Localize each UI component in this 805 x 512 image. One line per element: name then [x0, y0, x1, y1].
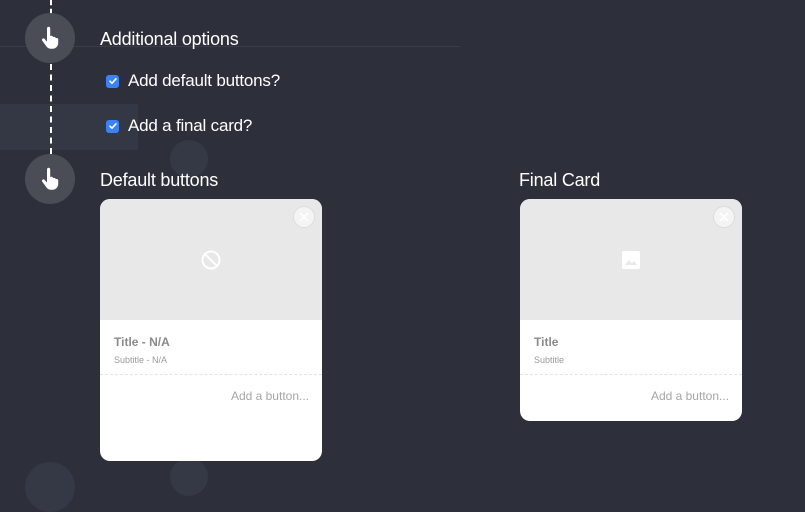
checkmark-icon — [108, 123, 117, 129]
card-title[interactable]: Title — [534, 335, 728, 349]
card-body: Title Subtitle — [520, 320, 742, 375]
timeline-connector — [50, 0, 52, 14]
step-marker-additional-options — [25, 13, 75, 63]
default-buttons-card[interactable]: Title - N/A Subtitle - N/A Add a button.… — [100, 199, 322, 461]
card-image-placeholder[interactable] — [520, 199, 742, 320]
add-final-card-checkbox[interactable] — [106, 119, 119, 133]
remove-card-button[interactable] — [293, 206, 315, 228]
pointer-hand-icon — [41, 167, 59, 190]
add-default-buttons-checkbox[interactable] — [106, 74, 119, 88]
remove-card-button[interactable] — [713, 206, 735, 228]
final-card-title: Final Card — [519, 170, 601, 190]
add-button-link[interactable]: Add a button... — [100, 375, 322, 403]
card-subtitle[interactable]: Subtitle — [534, 355, 728, 365]
close-icon — [719, 212, 729, 222]
card-subtitle[interactable]: Subtitle - N/A — [114, 355, 308, 365]
card-title[interactable]: Title - N/A — [114, 335, 308, 349]
no-image-icon — [201, 250, 221, 269]
close-icon — [299, 212, 309, 222]
add-final-card-label: Add a final card? — [128, 116, 253, 135]
add-default-buttons-option[interactable]: Add default buttons? — [106, 71, 280, 91]
card-body: Title - N/A Subtitle - N/A — [100, 320, 322, 375]
image-icon — [622, 250, 640, 269]
background-bottom-circle-2 — [170, 458, 208, 496]
card-image-placeholder[interactable] — [100, 199, 322, 320]
background-bottom-circle — [25, 462, 75, 512]
checkmark-icon — [108, 78, 117, 84]
default-buttons-title: Default buttons — [100, 170, 219, 190]
timeline-connector — [50, 64, 52, 154]
additional-options-title: Additional options — [100, 29, 239, 49]
final-card[interactable]: Title Subtitle Add a button... — [520, 199, 742, 421]
add-final-card-option[interactable]: Add a final card? — [106, 116, 252, 136]
add-button-link[interactable]: Add a button... — [520, 375, 742, 403]
pointer-hand-icon — [41, 26, 59, 49]
step-marker-cards — [25, 154, 75, 204]
add-default-buttons-label: Add default buttons? — [128, 71, 280, 90]
